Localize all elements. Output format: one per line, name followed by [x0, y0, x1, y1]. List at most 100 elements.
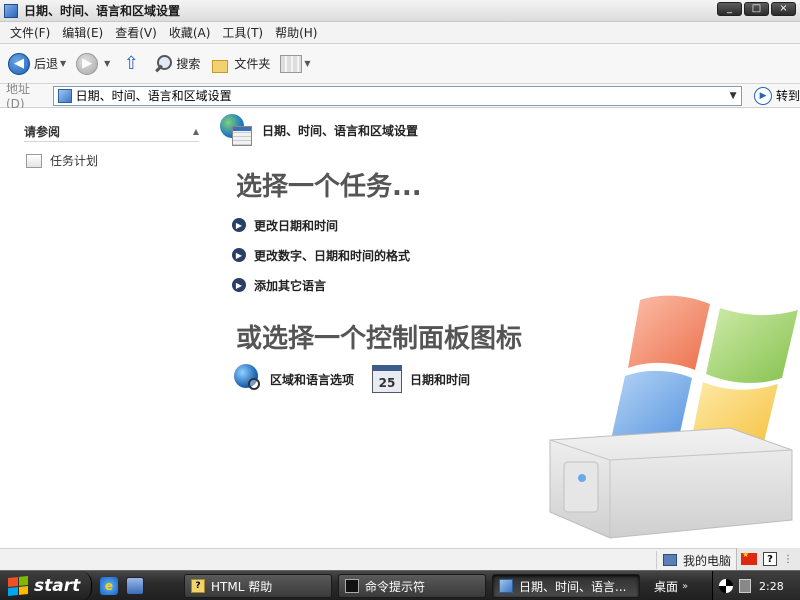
forward-arrow-icon: ▶: [76, 52, 99, 75]
status-zone: 我的电脑: [656, 551, 731, 569]
control-panel-icon: [4, 3, 18, 18]
help-file-icon: ?: [191, 579, 205, 593]
desktop-label: 桌面: [654, 579, 679, 594]
search-label: 搜索: [176, 57, 201, 71]
folders-button[interactable]: 文件夹: [210, 54, 270, 74]
windows-flag-icon: [8, 575, 28, 597]
window-title: 日期、时间、语言和区域设置: [24, 4, 181, 18]
date-time-icon: 25: [372, 365, 403, 393]
left-task-pane: 请参阅 ▲ 任务计划: [0, 108, 210, 548]
taskbar-button-label: 日期、时间、语言...: [519, 579, 627, 594]
back-dropdown-icon[interactable]: ▼: [60, 59, 66, 68]
maximize-button[interactable]: □: [744, 2, 769, 16]
taskbar: start e ? HTML 帮助 命令提示符 日期、时间、语言... 桌面 »…: [0, 570, 800, 600]
address-value: 日期、时间、语言和区域设置: [75, 89, 232, 103]
address-label: 地址(D): [6, 82, 31, 111]
menu-file[interactable]: 文件(F): [4, 24, 56, 41]
china-flag-icon[interactable]: [741, 550, 757, 565]
search-icon: [152, 54, 173, 74]
title-bar[interactable]: 日期、时间、语言和区域设置 _ □ ×: [0, 0, 800, 22]
taskbar-button-label: 命令提示符: [365, 579, 426, 594]
forward-button[interactable]: ▶ ▼: [76, 52, 110, 75]
window-controls: _ □ ×: [717, 2, 796, 16]
task-label: 更改日期和时间: [254, 218, 339, 233]
scheduled-tasks-link[interactable]: 任务计划: [26, 152, 98, 169]
address-dropdown-icon[interactable]: ▼: [725, 87, 741, 105]
control-panel-icons: 区域和语言选项 25 日期和时间: [234, 364, 488, 394]
collapse-icon[interactable]: ▲: [193, 127, 199, 136]
task-arrow-icon: ▶: [232, 218, 246, 232]
see-also-title: 请参阅: [24, 125, 61, 139]
date-time-label: 日期和时间: [410, 372, 471, 387]
menu-help[interactable]: 帮助(H): [269, 24, 323, 41]
task-change-formats[interactable]: ▶ 更改数字、日期和时间的格式: [232, 240, 410, 270]
internet-explorer-icon[interactable]: e: [100, 577, 118, 595]
category-header: 日期、时间、语言和区域设置: [220, 114, 418, 146]
language-bar-options-icon[interactable]: ⋮: [783, 554, 793, 565]
address-field[interactable]: 日期、时间、语言和区域设置 ▼: [52, 85, 743, 106]
forward-dropdown-icon[interactable]: ▼: [104, 59, 110, 68]
desktop-toolbar[interactable]: 桌面 »: [648, 571, 708, 600]
status-bar: 我的电脑: [0, 548, 800, 570]
toolbar: ◀ 后退 ▼ ▶ ▼ ⇧ 搜索 文件夹 ▼: [0, 44, 800, 84]
region-language-icon: [234, 364, 264, 394]
tray-volume-icon[interactable]: [739, 579, 751, 593]
menu-tools[interactable]: 工具(T): [216, 24, 269, 41]
category-title: 日期、时间、语言和区域设置: [262, 123, 419, 138]
date-time-option[interactable]: 25 日期和时间: [372, 365, 470, 393]
task-list: ▶ 更改日期和时间 ▶ 更改数字、日期和时间的格式 ▶ 添加其它语言: [232, 210, 410, 300]
menu-edit[interactable]: 编辑(E): [56, 24, 109, 41]
address-bar: 地址(D) 日期、时间、语言和区域设置 ▼ ▶ 转到: [0, 82, 800, 111]
views-icon: [280, 54, 303, 73]
task-arrow-icon: ▶: [232, 278, 246, 292]
help-icon[interactable]: ?: [763, 552, 777, 566]
menu-view[interactable]: 查看(V): [109, 24, 163, 41]
task-label: 添加其它语言: [254, 278, 327, 293]
my-computer-icon: [663, 554, 677, 566]
show-desktop-icon[interactable]: [126, 577, 144, 595]
up-folder-icon: ⇧: [123, 53, 139, 74]
command-prompt-icon: [345, 579, 359, 593]
go-button[interactable]: ▶ 转到: [754, 86, 800, 105]
search-button[interactable]: 搜索: [152, 54, 200, 74]
task-heading: 选择一个任务...: [236, 172, 422, 202]
taskbar-button-control-panel[interactable]: 日期、时间、语言...: [492, 574, 640, 598]
task-add-languages[interactable]: ▶ 添加其它语言: [232, 270, 410, 300]
taskbar-button-command-prompt[interactable]: 命令提示符: [338, 574, 486, 598]
views-button[interactable]: ▼: [280, 54, 311, 73]
tray-app-icon[interactable]: [719, 579, 733, 593]
windows-logo-watermark: [549, 295, 798, 539]
scheduled-tasks-label: 任务计划: [50, 154, 99, 168]
scheduled-tasks-icon: [26, 153, 42, 168]
clock[interactable]: 2:28: [759, 580, 784, 593]
control-panel-icon: [499, 579, 513, 593]
minimize-button[interactable]: _: [717, 2, 742, 16]
close-button[interactable]: ×: [771, 2, 796, 16]
task-label: 更改数字、日期和时间的格式: [254, 248, 411, 263]
task-change-date-time[interactable]: ▶ 更改日期和时间: [232, 210, 410, 240]
start-label: start: [34, 576, 81, 596]
see-also-header[interactable]: 请参阅 ▲: [24, 122, 199, 142]
region-language-label: 区域和语言选项: [270, 372, 355, 387]
menu-favorites[interactable]: 收藏(A): [163, 24, 217, 41]
back-button[interactable]: ◀ 后退 ▼: [8, 52, 66, 75]
views-dropdown-icon[interactable]: ▼: [304, 59, 310, 68]
up-button[interactable]: ⇧: [120, 53, 142, 75]
back-arrow-icon: ◀: [8, 52, 30, 75]
system-tray: 2:28: [712, 571, 800, 600]
region-language-option[interactable]: 区域和语言选项: [234, 364, 354, 394]
globe-calendar-icon: [220, 114, 252, 146]
menu-bar: 文件(F) 编辑(E) 查看(V) 收藏(A) 工具(T) 帮助(H): [0, 22, 800, 44]
back-label: 后退: [34, 57, 59, 71]
chevron-right-icon[interactable]: »: [682, 581, 688, 592]
quick-launch: e: [100, 577, 144, 595]
language-bar: ? ⋮: [736, 548, 800, 570]
address-folder-icon: [57, 88, 72, 103]
status-zone-label: 我的电脑: [683, 553, 732, 568]
taskbar-button-label: HTML 帮助: [211, 579, 273, 594]
go-label: 转到: [776, 89, 800, 103]
folders-label: 文件夹: [234, 57, 271, 71]
task-arrow-icon: ▶: [232, 248, 246, 262]
taskbar-button-html-help[interactable]: ? HTML 帮助: [184, 574, 332, 598]
start-button[interactable]: start: [0, 571, 92, 600]
